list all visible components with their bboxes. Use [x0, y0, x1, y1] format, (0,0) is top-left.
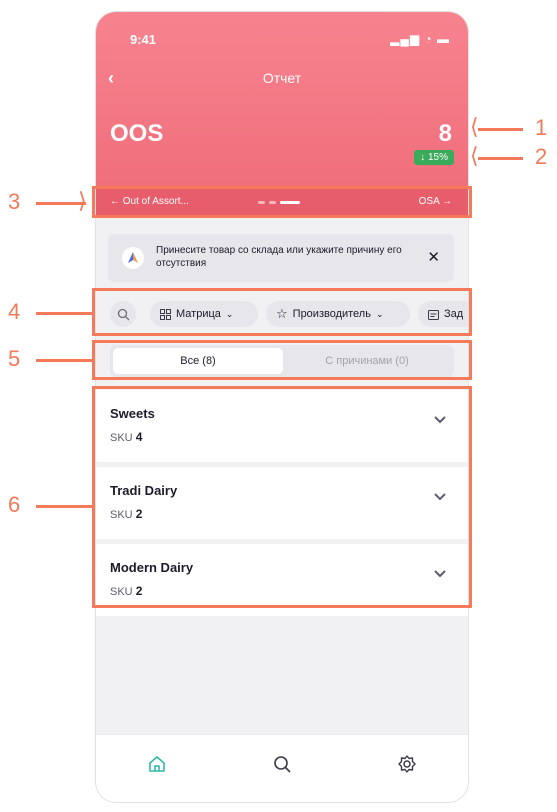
metric-name: OOS	[110, 120, 164, 147]
annotation-label: 5	[8, 346, 21, 371]
annotation-label: 1	[535, 115, 548, 140]
home-icon	[149, 756, 165, 772]
annotation-box-filters	[92, 288, 472, 336]
annotation-label: 3	[8, 189, 21, 214]
tab-settings[interactable]	[394, 751, 420, 777]
search-icon	[274, 756, 291, 773]
arrow-head-icon: ⟨	[470, 143, 479, 168]
arrow-head-icon: ⟩	[78, 188, 87, 213]
assistant-logo-icon	[122, 247, 144, 269]
page-title: Отчет	[262, 70, 302, 86]
annotation-box-carousel	[92, 186, 472, 218]
tab-home[interactable]	[144, 751, 170, 777]
tab-search[interactable]	[269, 751, 295, 777]
status-icons: ▂▄▆ ◔ ▬	[390, 32, 450, 46]
metric-value: 8	[438, 120, 452, 147]
annotation-arrow-2	[478, 157, 523, 160]
annotation-label: 4	[8, 299, 21, 324]
hint-text: Принесите товар со склада или укажите пр…	[156, 245, 402, 269]
bottom-tab-bar	[96, 734, 468, 802]
settings-icon	[398, 755, 416, 773]
annotation-box-segments	[92, 340, 472, 380]
annotation-label: 2	[535, 144, 548, 169]
annotation-line-4	[36, 312, 92, 315]
hint-banner: Принесите товар со склада или укажите пр…	[108, 234, 454, 282]
annotation-arrow-1	[478, 128, 523, 131]
arrow-head-icon: ⟨	[470, 114, 479, 139]
annotation-line-5	[36, 359, 92, 362]
status-time: 9:41	[130, 32, 157, 47]
close-banner-button[interactable]: ✕	[427, 248, 440, 266]
annotation-line-6	[36, 505, 92, 508]
annotation-box-list	[92, 386, 472, 608]
annotation-label: 6	[8, 492, 21, 517]
metric-delta-badge: ↓ 15%	[414, 150, 454, 165]
